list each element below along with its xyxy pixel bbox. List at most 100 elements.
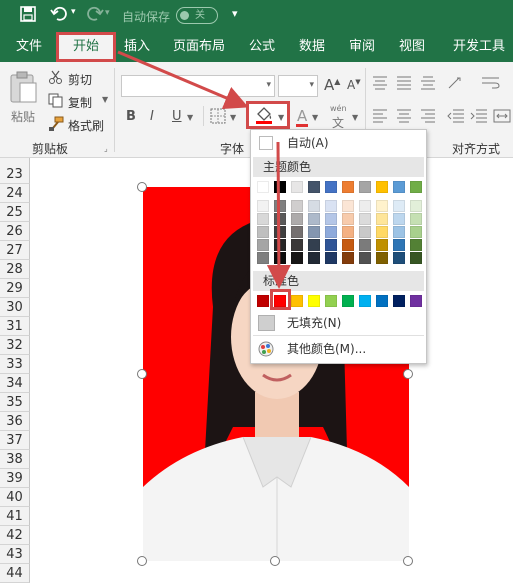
theme-shade-swatch[interactable]	[308, 239, 320, 251]
row-header[interactable]: 35	[0, 393, 30, 412]
theme-shade-swatch[interactable]	[274, 252, 286, 264]
orientation-icon[interactable]	[447, 76, 467, 93]
theme-color-swatch[interactable]	[410, 181, 422, 193]
row-header[interactable]: 44	[0, 564, 30, 583]
copy-button[interactable]: 复制 ▼	[48, 93, 110, 111]
font-color-button[interactable]: A	[297, 107, 307, 125]
theme-color-swatch[interactable]	[376, 181, 388, 193]
theme-shade-swatch[interactable]	[291, 239, 303, 251]
tab-home[interactable]: 开始	[56, 32, 116, 62]
row-header[interactable]: 27	[0, 241, 30, 260]
copy-dropdown-icon[interactable]: ▼	[102, 95, 108, 104]
theme-shade-swatch[interactable]	[393, 252, 405, 264]
undo-dropdown-icon[interactable]: ▾	[71, 7, 76, 17]
wrap-text-icon[interactable]	[481, 76, 501, 93]
row-header[interactable]: 40	[0, 488, 30, 507]
theme-shade-swatch[interactable]	[325, 213, 337, 225]
borders-icon[interactable]	[210, 108, 226, 127]
theme-color-swatch[interactable]	[291, 181, 303, 193]
tab-formulas[interactable]: 公式	[244, 32, 280, 62]
theme-shade-swatch[interactable]	[342, 239, 354, 251]
theme-shade-swatch[interactable]	[393, 200, 405, 212]
standard-color-swatch[interactable]	[308, 295, 320, 307]
save-icon[interactable]	[20, 6, 36, 26]
theme-shade-swatch[interactable]	[291, 252, 303, 264]
theme-shade-swatch[interactable]	[359, 213, 371, 225]
tab-developer[interactable]: 开发工具	[448, 32, 510, 62]
align-middle-icon[interactable]	[396, 76, 412, 93]
resize-handle-top-left[interactable]	[137, 182, 147, 192]
align-top-icon[interactable]	[372, 76, 388, 93]
theme-shade-swatch[interactable]	[257, 239, 269, 251]
row-header[interactable]: 26	[0, 222, 30, 241]
theme-shade-swatch[interactable]	[376, 226, 388, 238]
row-header[interactable]: 24	[0, 184, 30, 203]
theme-color-swatch[interactable]	[359, 181, 371, 193]
decrease-indent-icon[interactable]	[447, 109, 465, 126]
theme-color-swatch[interactable]	[308, 181, 320, 193]
theme-shade-swatch[interactable]	[274, 200, 286, 212]
theme-shade-swatch[interactable]	[393, 239, 405, 251]
tab-review[interactable]: 审阅	[344, 32, 380, 62]
theme-shade-swatch[interactable]	[257, 226, 269, 238]
tab-data[interactable]: 数据	[294, 32, 330, 62]
theme-shade-swatch[interactable]	[376, 239, 388, 251]
theme-shade-swatch[interactable]	[393, 213, 405, 225]
theme-shade-swatch[interactable]	[257, 213, 269, 225]
row-header[interactable]: 23	[0, 165, 30, 184]
theme-shade-swatch[interactable]	[291, 213, 303, 225]
row-header[interactable]: 39	[0, 469, 30, 488]
grow-font-button[interactable]: A▲	[324, 76, 340, 94]
row-header[interactable]: 38	[0, 450, 30, 469]
dialog-launcher-icon[interactable]: ⌟	[104, 144, 108, 153]
row-header[interactable]: 31	[0, 317, 30, 336]
theme-shade-swatch[interactable]	[410, 213, 422, 225]
resize-handle-bottom-left[interactable]	[137, 556, 147, 566]
row-header[interactable]: 32	[0, 336, 30, 355]
more-colors-item[interactable]: 其他颜色(M)...	[253, 338, 424, 360]
standard-color-swatch[interactable]	[376, 295, 388, 307]
row-header[interactable]: 41	[0, 507, 30, 526]
row-header[interactable]: 28	[0, 260, 30, 279]
row-header[interactable]: 42	[0, 526, 30, 545]
underline-dropdown-icon[interactable]: ▼	[187, 113, 193, 122]
theme-color-swatch[interactable]	[393, 181, 405, 193]
align-bottom-icon[interactable]	[420, 76, 436, 93]
theme-shade-swatch[interactable]	[274, 213, 286, 225]
theme-shade-swatch[interactable]	[376, 252, 388, 264]
standard-color-swatch[interactable]	[359, 295, 371, 307]
theme-shade-swatch[interactable]	[325, 239, 337, 251]
tab-file[interactable]: 文件	[6, 32, 52, 62]
theme-shade-swatch[interactable]	[393, 226, 405, 238]
tab-insert[interactable]: 插入	[118, 32, 156, 62]
standard-color-swatch[interactable]	[291, 295, 303, 307]
row-header[interactable]: 33	[0, 355, 30, 374]
fill-color-button[interactable]: ▼	[246, 101, 290, 129]
theme-color-swatch[interactable]	[342, 181, 354, 193]
phonetic-dropdown-icon[interactable]: ▼	[352, 113, 358, 122]
theme-shade-swatch[interactable]	[359, 200, 371, 212]
resize-handle-middle-left[interactable]	[137, 369, 147, 379]
standard-color-swatch[interactable]	[393, 295, 405, 307]
theme-shade-swatch[interactable]	[410, 226, 422, 238]
theme-shade-swatch[interactable]	[308, 200, 320, 212]
theme-shade-swatch[interactable]	[257, 252, 269, 264]
resize-handle-bottom-middle[interactable]	[270, 556, 280, 566]
row-header[interactable]: 25	[0, 203, 30, 222]
chevron-down-icon[interactable]: ▾	[232, 7, 238, 20]
underline-button[interactable]: U	[172, 109, 182, 124]
theme-shade-swatch[interactable]	[257, 200, 269, 212]
no-fill-item[interactable]: 无填充(N)	[253, 312, 424, 334]
fill-color-dropdown-icon[interactable]: ▼	[278, 113, 284, 122]
theme-shade-swatch[interactable]	[308, 252, 320, 264]
theme-shade-swatch[interactable]	[342, 252, 354, 264]
resize-handle-bottom-right[interactable]	[403, 556, 413, 566]
shrink-font-button[interactable]: A▼	[347, 78, 361, 92]
row-header[interactable]: 43	[0, 545, 30, 564]
theme-shade-swatch[interactable]	[359, 252, 371, 264]
theme-color-swatch[interactable]	[274, 181, 286, 193]
theme-shade-swatch[interactable]	[274, 226, 286, 238]
theme-shade-swatch[interactable]	[325, 200, 337, 212]
increase-indent-icon[interactable]	[470, 109, 488, 126]
standard-color-swatch[interactable]	[410, 295, 422, 307]
